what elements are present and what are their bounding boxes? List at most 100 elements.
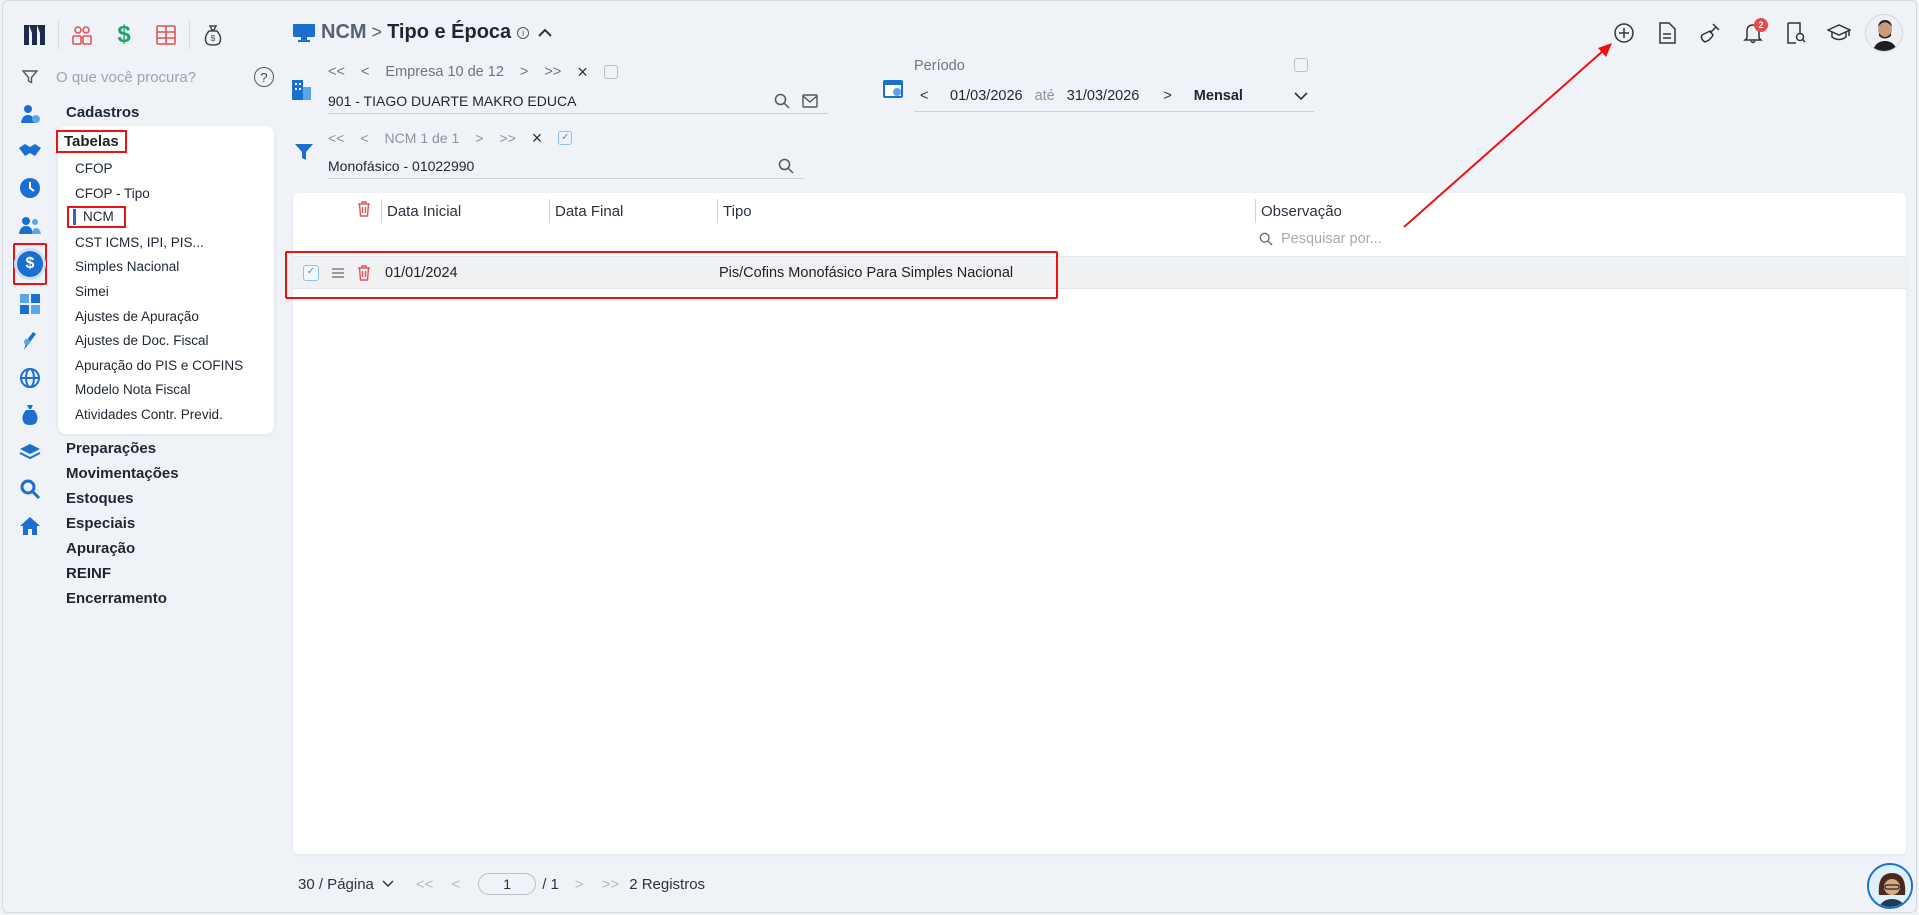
- submenu-item-cfop-tipo[interactable]: CFOP - Tipo: [58, 182, 274, 207]
- ncm-checkbox[interactable]: ✓: [558, 131, 573, 145]
- magnifier-icon[interactable]: [14, 470, 46, 507]
- observacao-search-input[interactable]: Pesquisar por...: [1281, 231, 1382, 247]
- clock-icon[interactable]: [14, 169, 46, 206]
- menu-tabelas[interactable]: Tabelas: [56, 130, 127, 153]
- periodo-ate: até: [1034, 87, 1055, 104]
- submenu-item-simples-nacional[interactable]: Simples Nacional: [58, 255, 274, 280]
- pen-icon[interactable]: [14, 322, 46, 359]
- report-search-icon[interactable]: [1779, 16, 1813, 50]
- chevron-up-icon[interactable]: [537, 27, 553, 39]
- layers-icon[interactable]: [14, 433, 46, 470]
- submenu-item-modelo-nota-fiscal[interactable]: Modelo Nota Fiscal: [58, 378, 274, 403]
- help-icon[interactable]: ?: [254, 67, 274, 87]
- add-icon[interactable]: [1607, 16, 1641, 50]
- next-page-button[interactable]: >: [575, 876, 584, 893]
- info-icon[interactable]: i: [517, 26, 530, 39]
- support-avatar[interactable]: [1867, 863, 1913, 909]
- svg-text:$: $: [211, 34, 216, 43]
- money-bag-icon[interactable]: [14, 396, 46, 433]
- sidebar-icons: $: [13, 95, 47, 544]
- user-avatar[interactable]: [1865, 14, 1903, 52]
- document-icon[interactable]: [1650, 16, 1684, 50]
- empresa-prev-button[interactable]: <: [361, 64, 369, 80]
- ncm-next-button[interactable]: >: [475, 130, 483, 146]
- chevron-down-icon[interactable]: [382, 880, 394, 888]
- ncm-first-button[interactable]: <<: [328, 130, 344, 146]
- graduation-cap-icon[interactable]: [1822, 16, 1856, 50]
- column-tipo[interactable]: Tipo: [717, 199, 1257, 223]
- periodo-checkbox[interactable]: [1294, 58, 1308, 72]
- empresa-first-button[interactable]: <<: [328, 64, 345, 80]
- observacao-search[interactable]: Pesquisar por...: [1259, 231, 1382, 247]
- search-icon[interactable]: [778, 158, 794, 174]
- column-data-inicial[interactable]: Data Inicial: [381, 199, 551, 223]
- submenu-item-ajustes-doc-fiscal[interactable]: Ajustes de Doc. Fiscal: [58, 329, 274, 354]
- per-page-select[interactable]: 30 / Página: [298, 876, 374, 893]
- search-icon: [1259, 232, 1273, 246]
- search-input[interactable]: O que você procura?: [56, 69, 254, 86]
- menu-cadastros[interactable]: Cadastros: [66, 100, 276, 125]
- submenu-item-cst[interactable]: CST ICMS, IPI, PIS...: [58, 231, 274, 256]
- menu-reinf[interactable]: REINF: [66, 561, 276, 586]
- menu-especiais[interactable]: Especiais: [66, 511, 276, 536]
- first-page-button[interactable]: <<: [416, 876, 434, 893]
- empresa-selector: << < Empresa 10 de 12 > >> × 901 - TIAGO…: [292, 60, 828, 114]
- periodo-mode-select[interactable]: Mensal: [1194, 88, 1294, 104]
- ncm-field[interactable]: Monofásico - 01022990: [328, 158, 778, 174]
- page-input[interactable]: 1: [478, 873, 537, 895]
- periodo-start[interactable]: 01/03/2026: [950, 88, 1023, 104]
- last-page-button[interactable]: >>: [602, 876, 620, 893]
- bell-icon[interactable]: 2: [1736, 16, 1770, 50]
- periodo-prev-button[interactable]: <: [914, 88, 950, 104]
- ncm-last-button[interactable]: >>: [499, 130, 515, 146]
- empresa-checkbox[interactable]: [603, 65, 618, 79]
- mail-icon[interactable]: [802, 93, 818, 108]
- people-icon[interactable]: [61, 18, 103, 52]
- logo-icon[interactable]: [14, 18, 56, 52]
- submenu-item-simei[interactable]: Simei: [58, 280, 274, 305]
- empresa-last-button[interactable]: >>: [544, 64, 561, 80]
- submenu-item-atividades-contr-previd[interactable]: Atividades Contr. Previd.: [58, 403, 274, 428]
- globe-icon[interactable]: [14, 359, 46, 396]
- menu-estoques[interactable]: Estoques: [66, 486, 276, 511]
- breadcrumb-parent[interactable]: NCM: [321, 21, 367, 44]
- grid-icon[interactable]: [145, 18, 187, 52]
- menu-encerramento[interactable]: Encerramento: [66, 586, 276, 611]
- submenu-item-apuracao-pis-cofins[interactable]: Apuração do PIS e COFINS: [58, 354, 274, 379]
- user-icon[interactable]: [14, 95, 46, 132]
- calculator-icon[interactable]: [14, 285, 46, 322]
- menu-movimentacoes[interactable]: Movimentações: [66, 461, 276, 486]
- submenu-item-ajustes-apuracao[interactable]: Ajustes de Apuração: [58, 305, 274, 330]
- handshake-icon[interactable]: [14, 132, 46, 169]
- trash-icon[interactable]: [357, 201, 371, 217]
- funnel-icon: [295, 144, 313, 160]
- column-observacao[interactable]: Observação: [1255, 199, 1655, 223]
- column-data-final[interactable]: Data Final: [549, 199, 717, 223]
- table-header: Data Inicial Data Final Tipo Observação …: [293, 193, 1906, 257]
- periodo-next-button[interactable]: >: [1163, 88, 1171, 104]
- prev-page-button[interactable]: <: [451, 876, 460, 893]
- empresa-counter: Empresa 10 de 12: [385, 64, 504, 80]
- periodo-end[interactable]: 31/03/2026: [1067, 88, 1140, 104]
- empresa-field[interactable]: 901 - TIAGO DUARTE MAKRO EDUCA: [328, 93, 774, 109]
- divider: [189, 20, 190, 50]
- submenu-item-ncm[interactable]: NCM: [58, 206, 274, 231]
- menu-preparacoes[interactable]: Preparações: [66, 436, 276, 461]
- building-icon: [292, 80, 311, 100]
- chevron-down-icon[interactable]: [1294, 91, 1308, 101]
- empresa-clear-button[interactable]: ×: [577, 62, 588, 83]
- money-bag-icon[interactable]: $: [192, 18, 234, 52]
- home-icon[interactable]: [14, 507, 46, 544]
- dollar-circle-icon[interactable]: $: [13, 243, 47, 285]
- menu-search[interactable]: O que você procura? ?: [22, 67, 274, 87]
- ncm-prev-button[interactable]: <: [360, 130, 368, 146]
- menu-apuracao[interactable]: Apuração: [66, 536, 276, 561]
- empresa-next-button[interactable]: >: [520, 64, 528, 80]
- broom-icon[interactable]: [1693, 16, 1727, 50]
- ncm-filter: << < NCM 1 de 1 > >> × ✓ Monofásico - 01…: [292, 126, 804, 179]
- team-icon[interactable]: [14, 206, 46, 243]
- search-icon[interactable]: [774, 93, 790, 109]
- ncm-clear-button[interactable]: ×: [532, 128, 543, 149]
- submenu-item-cfop[interactable]: CFOP: [58, 157, 274, 182]
- dollar-icon[interactable]: $: [103, 18, 145, 52]
